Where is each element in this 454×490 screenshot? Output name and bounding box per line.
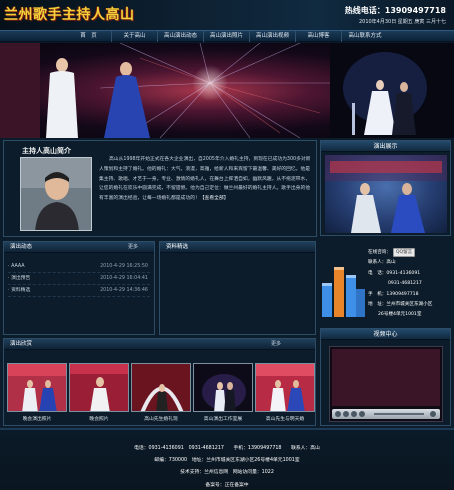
thumb-art bbox=[8, 364, 66, 411]
nav-news[interactable]: 高山演出动态 bbox=[158, 31, 204, 42]
header: 兰州歌手主持人高山 热线电话：13909497718 2010年4月30日 星期… bbox=[0, 0, 454, 30]
contact-panel: 在线咨询： QQ留言 联系人：高山 电 话：0931-4136091 0931-4… bbox=[320, 241, 451, 337]
gallery-header: 演出欣赏 更多 bbox=[4, 339, 315, 350]
thumb-caption: 高山先生婚礼现 bbox=[144, 417, 178, 422]
gallery-item[interactable]: 高山先生婚礼现 bbox=[131, 363, 191, 422]
news-title: 演出动态 bbox=[10, 244, 33, 250]
list-item[interactable]: · AAAA 2010-4-29 16:25:50 bbox=[8, 261, 150, 273]
intro-body: 高山从1998年开始正式在各大企业演出，自2005年介入婚礼主持，到现在已成功为… bbox=[99, 157, 311, 202]
thumb-art bbox=[256, 364, 314, 411]
news-item-date: 2010-4-29 14:36:46 bbox=[100, 288, 148, 293]
contact-address: 地 址：兰州市城关区东湖小区 bbox=[368, 302, 433, 308]
thumb-caption: 高山先生与明天婚 bbox=[265, 417, 305, 422]
site-logo[interactable]: 兰州歌手主持人高山 bbox=[4, 4, 135, 24]
thumb-image bbox=[193, 363, 253, 412]
contact-info: 在线咨询： QQ留言 联系人：高山 电 话：0931-4136091 0931-4… bbox=[368, 248, 450, 321]
picks-box: 资料精选 bbox=[159, 241, 316, 335]
picks-title: 资料精选 bbox=[166, 244, 189, 250]
play-icon[interactable] bbox=[335, 411, 341, 417]
news-item-date: 2010-4-29 16:25:50 bbox=[100, 264, 148, 269]
player-controls bbox=[332, 409, 440, 419]
nav-videos[interactable]: 高山演出视频 bbox=[250, 31, 296, 42]
contact-mobile: 手 机：13909497718 bbox=[368, 291, 419, 297]
contact-address-2: 26号楼4单元1001室 bbox=[378, 312, 422, 318]
news-header: 演出动态 更多 bbox=[4, 242, 154, 253]
thumb-image bbox=[255, 363, 315, 412]
date-display: 2010年4月30日 星期五 庚寅 三月十七 bbox=[358, 19, 446, 25]
thumb-caption: 晚会照片 bbox=[89, 417, 109, 422]
show-artwork bbox=[325, 155, 447, 233]
thumb-image bbox=[7, 363, 67, 412]
contact-phone: 电 话：0931-4136091 bbox=[368, 270, 421, 276]
footer: 电话：0931-4136091 0931-4681217 手机：13909497… bbox=[0, 428, 454, 490]
banner-image bbox=[0, 43, 454, 138]
thumb-image bbox=[131, 363, 191, 412]
main-nav: 首 页 关于高山 高山演出动态 高山演出照片 高山演出视频 高山博客 高山联系方… bbox=[0, 30, 454, 42]
news-box: 演出动态 更多 · AAAA 2010-4-29 16:25:50 · 演出预告 2… bbox=[3, 241, 155, 335]
page: 兰州歌手主持人高山 热线电话：13909497718 2010年4月30日 星期… bbox=[0, 0, 454, 490]
news-item-title: AAAA bbox=[11, 264, 25, 269]
gallery-item[interactable]: 晚会照片 bbox=[69, 363, 129, 422]
picks-header: 资料精选 bbox=[160, 242, 315, 253]
thumb-caption: 晚会演出照片 bbox=[22, 417, 52, 422]
bar-graphic bbox=[322, 267, 365, 317]
thumb-art bbox=[70, 364, 128, 411]
nav-blog[interactable]: 高山博客 bbox=[296, 31, 342, 42]
contact-phone-2: 0931-4681217 bbox=[388, 281, 422, 287]
list-item[interactable]: · 资料精选 2010-4-29 14:36:46 bbox=[8, 285, 150, 297]
video-player[interactable] bbox=[329, 346, 443, 422]
volume-icon[interactable] bbox=[430, 411, 436, 417]
list-item[interactable]: · 演出预告 2010-4-29 16:04:41 bbox=[8, 273, 150, 285]
host-portrait[interactable] bbox=[20, 157, 92, 231]
gallery-item[interactable]: 高山演出工作室展 bbox=[193, 363, 253, 422]
intro-section: 主持人高山简介 高山从1998年开始正式在各大企业演出，自2005年介入婚礼主持… bbox=[3, 140, 317, 237]
banner-artwork bbox=[0, 43, 454, 138]
news-item-title: 资料精选 bbox=[11, 288, 31, 293]
show-image[interactable] bbox=[325, 155, 447, 233]
gallery-item[interactable]: 晚会演出照片 bbox=[7, 363, 67, 422]
qq-message-button[interactable]: QQ留言 bbox=[392, 248, 416, 257]
gallery-thumbs: 晚会演出照片 晚会照片 高山先生婚礼现 高山演出工作室展 高山先生与明天婚 bbox=[7, 363, 315, 422]
nav-contact[interactable]: 高山联系方式 bbox=[342, 31, 388, 42]
pause-icon[interactable] bbox=[343, 411, 349, 417]
seek-bar[interactable] bbox=[374, 413, 424, 415]
contact-person: 联系人：高山 bbox=[368, 260, 396, 266]
thumb-art bbox=[132, 364, 190, 411]
thumb-image bbox=[69, 363, 129, 412]
qq-row: 在线咨询： QQ留言 bbox=[368, 248, 450, 258]
video-center: 视频中心 bbox=[320, 328, 451, 426]
intro-text: 高山从1998年开始正式在各大企业演出，自2005年介入婚礼主持，到现在已成功为… bbox=[99, 155, 313, 204]
nav-photos[interactable]: 高山演出照片 bbox=[204, 31, 250, 42]
nav-home[interactable]: 首 页 bbox=[66, 31, 112, 42]
qq-label: 在线咨询： bbox=[368, 250, 391, 255]
footer-contact: 电话：0931-4136091 0931-4681217 手机：13909497… bbox=[134, 446, 320, 451]
gallery-more-link[interactable]: 更多 bbox=[271, 339, 281, 350]
news-more-link[interactable]: 更多 bbox=[128, 242, 138, 253]
show-panel-title: 演出展示 bbox=[321, 141, 450, 152]
footer-support: 技术支持：兰州信息网 网站访问量：1022 bbox=[180, 470, 274, 475]
prev-icon[interactable] bbox=[359, 411, 365, 417]
gallery-box: 演出欣赏 更多 晚会演出照片 晚会照片 高山先生婚礼现 高山演出工作室展 高山先… bbox=[3, 338, 316, 426]
nav-about[interactable]: 关于高山 bbox=[112, 31, 158, 42]
hotline: 热线电话：13909497718 bbox=[344, 6, 446, 15]
video-screen[interactable] bbox=[332, 349, 440, 406]
news-item-title: 演出预告 bbox=[11, 276, 31, 281]
news-list: · AAAA 2010-4-29 16:25:50 · 演出预告 2010-4-29… bbox=[4, 253, 154, 297]
intro-title: 主持人高山简介 bbox=[22, 147, 71, 155]
portrait-image bbox=[21, 158, 91, 230]
gallery-title: 演出欣赏 bbox=[10, 341, 33, 347]
gallery-item[interactable]: 高山先生与明天婚 bbox=[255, 363, 315, 422]
show-panel: 演出展示 bbox=[320, 140, 451, 236]
footer-icp: 备案号：正在备案中 bbox=[205, 483, 249, 488]
read-more-link[interactable]: 【查看全部】 bbox=[200, 196, 229, 201]
thumb-caption: 高山演出工作室展 bbox=[203, 417, 243, 422]
footer-address: 邮编：730000 地址：兰州市城关区东湖小区26号楼4单元1001室 bbox=[154, 458, 300, 463]
video-center-title: 视频中心 bbox=[321, 329, 450, 340]
stop-icon[interactable] bbox=[351, 411, 357, 417]
news-item-date: 2010-4-29 16:04:41 bbox=[100, 276, 148, 281]
thumb-art bbox=[194, 364, 252, 411]
